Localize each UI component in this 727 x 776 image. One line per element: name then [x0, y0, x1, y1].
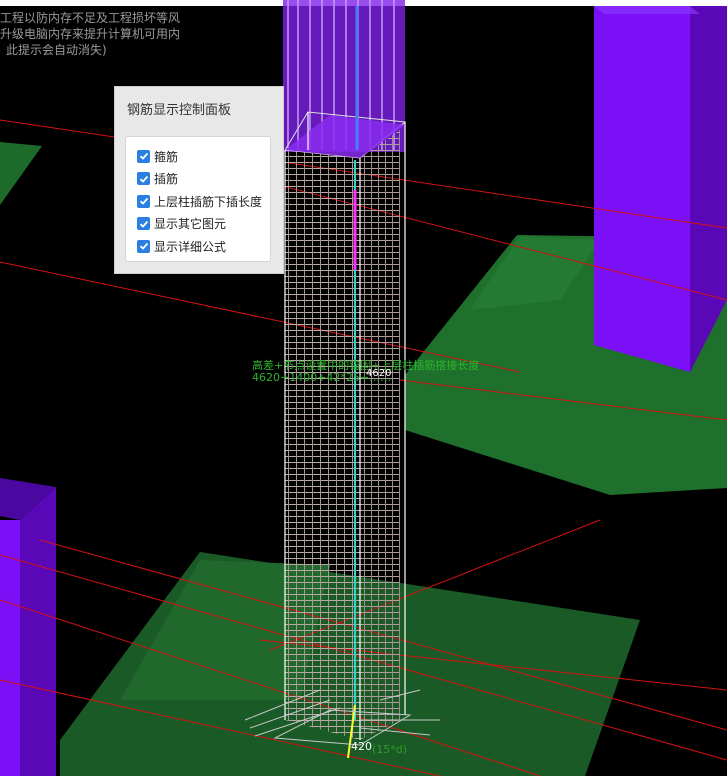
slab-left	[0, 142, 42, 205]
option-label: 箍筋	[154, 149, 179, 164]
3d-viewport[interactable]	[0, 0, 727, 776]
column-right-front	[594, 6, 690, 372]
option-list: 箍筋 插筋 上层柱插筋下插长度 显示其它图元 显示详细公式	[125, 136, 271, 262]
column-rebar-cage[interactable]	[284, 111, 407, 740]
checkbox-checked-icon[interactable]	[137, 172, 150, 186]
option-label: 插筋	[154, 172, 179, 187]
checkbox-checked-icon[interactable]	[137, 239, 150, 253]
option-label: 显示详细公式	[154, 239, 227, 254]
bottom-dimension-value: 420	[351, 740, 372, 753]
option-show-detailed-formula[interactable]: 显示详细公式	[126, 235, 270, 258]
panel-title: 钢筋显示控制面板	[127, 103, 232, 118]
column-left-side	[20, 487, 56, 776]
option-dowel[interactable]: 插筋	[126, 168, 270, 191]
option-label: 显示其它图元	[154, 217, 227, 232]
checkbox-checked-icon[interactable]	[137, 217, 150, 231]
column-left-front	[0, 520, 20, 776]
checkbox-checked-icon[interactable]	[137, 194, 150, 208]
warning-line: 工程以防内存不足及工程损坏等风	[0, 11, 181, 25]
option-label: 上层柱插筋下插长度	[154, 194, 263, 209]
warning-line: 升级电脑内存来提升计算机可用内	[0, 27, 181, 41]
memory-warning: 工程以防内存不足及工程损坏等风 升级电脑内存来提升计算机可用内 此提示会自动消失…	[0, 10, 230, 58]
rebar-display-control-panel[interactable]: 钢筋显示控制面板 箍筋 插筋 上层柱插筋下插长度 显示其它图元 显示详细公式	[114, 86, 284, 274]
column-right-top	[594, 6, 700, 14]
checkbox-checked-icon[interactable]	[137, 149, 150, 163]
option-upper-dowel-length[interactable]: 上层柱插筋下插长度	[126, 190, 270, 213]
bottom-dimension-formula: (15*d)	[372, 743, 408, 756]
option-show-other-elements[interactable]: 显示其它图元	[126, 213, 270, 236]
option-stirrup[interactable]: 箍筋	[126, 145, 270, 168]
dimension-marker: 4620	[366, 368, 392, 379]
warning-line: 此提示会自动消失)	[6, 43, 107, 57]
